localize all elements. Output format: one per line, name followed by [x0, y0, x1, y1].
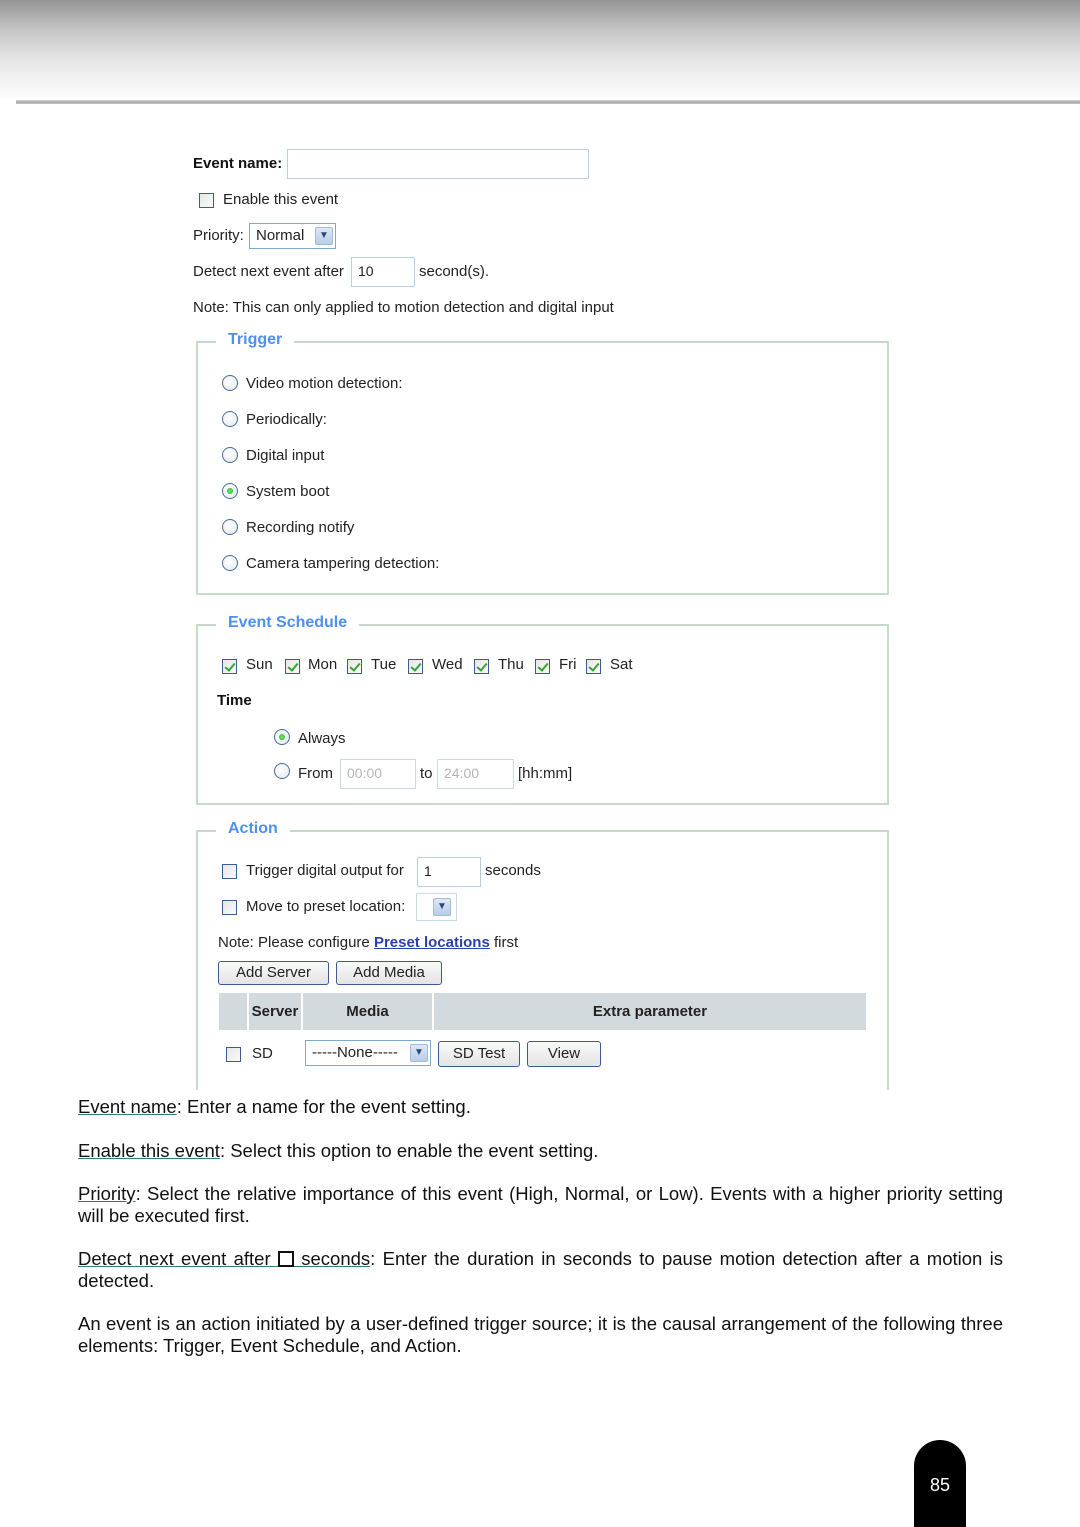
preset-note-suffix: first [489, 934, 519, 951]
chevron-down-icon: ▼ [410, 1044, 428, 1062]
trigger-label-video-motion: Video motion detection: [246, 375, 403, 392]
day-checkbox-wed[interactable] [408, 659, 423, 674]
time-label-from: From [298, 765, 333, 782]
sd-test-button[interactable]: SD Test [438, 1041, 520, 1067]
table-header-select [219, 993, 247, 1030]
page-number-tab: 85 [914, 1440, 966, 1527]
trigger-output-seconds-input[interactable]: 1 [417, 857, 481, 887]
table-row-media-select[interactable]: -----None----- ▼ [305, 1040, 431, 1066]
trigger-radio-recording-notify[interactable] [222, 519, 238, 535]
desc-priority-text: : Select the relative importance of this… [78, 1183, 1003, 1226]
time-label: Time [217, 692, 252, 709]
desc-detect: Detect next event after seconds: Enter t… [78, 1248, 1003, 1292]
event-name-label: Event name: [193, 155, 283, 172]
priority-label: Priority: [193, 227, 244, 244]
chevron-down-icon: ▼ [315, 227, 333, 245]
page-number: 85 [929, 1475, 951, 1495]
table-header-extra: Extra parameter [434, 993, 866, 1030]
desc-event-name-term: Event name [78, 1096, 177, 1117]
desc-priority: Priority: Select the relative importance… [78, 1183, 1003, 1227]
trigger-label-periodically: Periodically: [246, 411, 327, 428]
trigger-radio-camera-tampering[interactable] [222, 555, 238, 571]
day-checkbox-fri[interactable] [535, 659, 550, 674]
desc-detect-term-a: Detect next event after [78, 1248, 278, 1269]
view-button[interactable]: View [527, 1041, 601, 1067]
day-label-mon: Mon [308, 656, 338, 673]
day-label-sun: Sun [246, 656, 273, 673]
preset-note: Note: Please configure Preset locations … [218, 934, 518, 951]
trigger-radio-digital-input[interactable] [222, 447, 238, 463]
trigger-label-system-boot: System boot [246, 483, 330, 500]
detect-seconds-input[interactable]: 10 [351, 257, 415, 287]
detect-label: Detect next event after [193, 263, 344, 280]
action-legend: Action [216, 820, 290, 838]
desc-enable-event: Enable this event: Select this option to… [78, 1140, 1003, 1162]
header-rule [16, 100, 1080, 104]
detect-unit-label: second(s). [419, 263, 490, 280]
day-label-thu: Thu [498, 656, 524, 673]
desc-enable-text: : Select this option to enable the event… [219, 1140, 599, 1161]
time-format-label: [hh:mm] [518, 765, 573, 782]
desc-event-name: Event name: Enter a name for the event s… [78, 1096, 1003, 1118]
time-from-input[interactable]: 00:00 [340, 759, 416, 789]
trigger-output-label: Trigger digital output for [246, 862, 404, 879]
trigger-label-camera-tampering: Camera tampering detection: [246, 555, 440, 572]
add-media-button[interactable]: Add Media [336, 961, 442, 985]
desc-detect-term-b: seconds [293, 1248, 371, 1269]
desc-event-name-text: : Enter a name for the event setting. [176, 1096, 471, 1117]
input-box-icon [277, 1251, 294, 1267]
time-label-always: Always [298, 730, 346, 747]
preset-locations-link[interactable]: Preset locations [374, 934, 490, 951]
trigger-radio-periodically[interactable] [222, 411, 238, 427]
trigger-label-digital-input: Digital input [246, 447, 325, 464]
trigger-legend: Trigger [216, 331, 295, 349]
enable-event-checkbox[interactable] [199, 193, 214, 208]
add-server-button[interactable]: Add Server [218, 961, 329, 985]
day-label-tue: Tue [371, 656, 397, 673]
table-row-media-value: -----None----- [312, 1044, 398, 1061]
time-radio-always[interactable] [274, 729, 290, 745]
table-row-checkbox[interactable] [226, 1047, 241, 1062]
page-header-band [0, 0, 1080, 100]
day-checkbox-mon[interactable] [285, 659, 300, 674]
trigger-label-recording-notify: Recording notify [246, 519, 355, 536]
desc-enable-term: Enable this event [78, 1140, 220, 1161]
preset-note-prefix: Note: Please configure [218, 934, 374, 951]
day-checkbox-sat[interactable] [586, 659, 601, 674]
note-text: Note: This can only applied to motion de… [193, 299, 614, 316]
table-header-media: Media [303, 993, 432, 1030]
desc-summary: An event is an action initiated by a use… [78, 1313, 1003, 1356]
day-label-sat: Sat [610, 656, 633, 673]
trigger-output-checkbox[interactable] [222, 864, 237, 879]
table-row-server: SD [252, 1045, 273, 1062]
desc-priority-term: Priority [78, 1183, 136, 1204]
chevron-down-icon: ▼ [433, 898, 451, 916]
priority-select[interactable]: Normal ▼ [249, 223, 336, 249]
enable-event-label: Enable this event [223, 191, 339, 208]
trigger-output-unit: seconds [485, 862, 541, 879]
day-label-fri: Fri [559, 656, 577, 673]
time-to-label: to [420, 765, 433, 782]
trigger-radio-video-motion[interactable] [222, 375, 238, 391]
schedule-legend: Event Schedule [216, 614, 360, 632]
priority-value: Normal [256, 227, 305, 244]
preset-location-select[interactable]: ▼ [416, 893, 457, 921]
day-label-wed: Wed [432, 656, 463, 673]
table-header-server: Server [249, 993, 301, 1030]
desc-detect-term: Detect next event after seconds [78, 1248, 370, 1269]
time-radio-from[interactable] [274, 763, 290, 779]
preset-location-checkbox[interactable] [222, 900, 237, 915]
day-checkbox-tue[interactable] [347, 659, 362, 674]
preset-location-label: Move to preset location: [246, 898, 406, 915]
day-checkbox-thu[interactable] [474, 659, 489, 674]
trigger-radio-system-boot[interactable] [222, 483, 238, 499]
day-checkbox-sun[interactable] [222, 659, 237, 674]
time-to-input[interactable]: 24:00 [437, 759, 514, 789]
event-name-input[interactable] [287, 149, 589, 179]
